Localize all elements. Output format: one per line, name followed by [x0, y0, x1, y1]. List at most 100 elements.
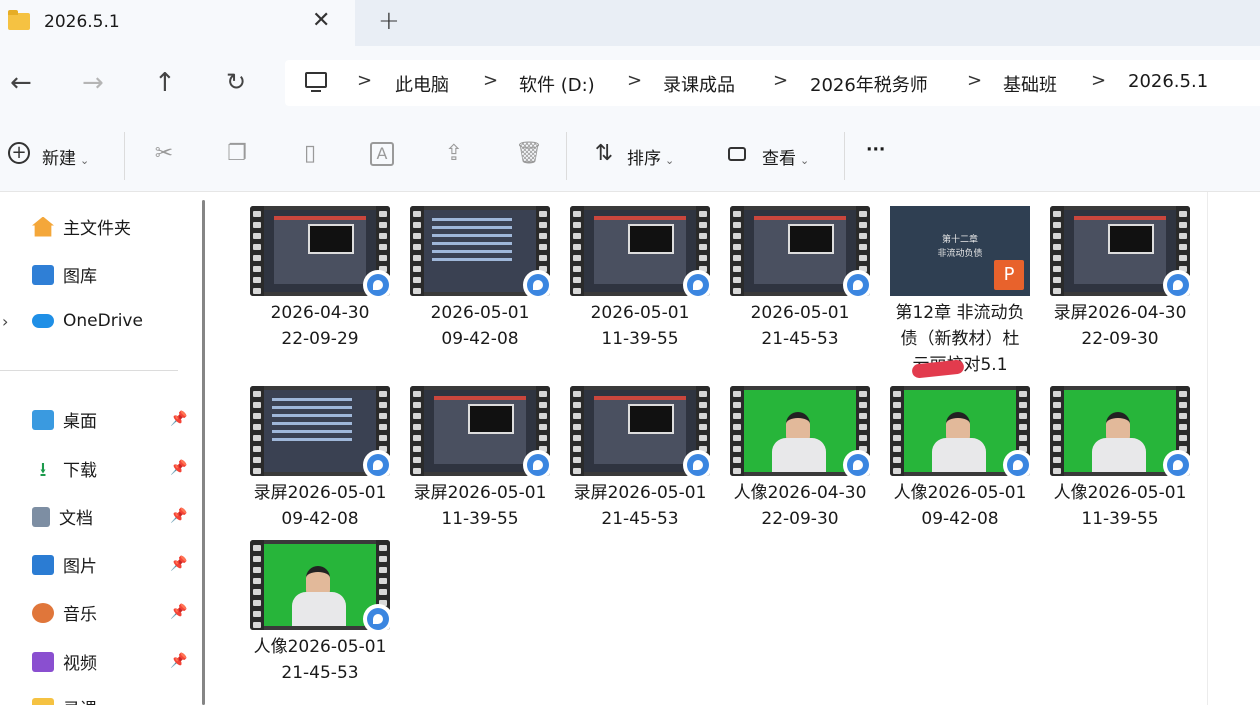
file-item[interactable]: 2026-04-30 22-09-29	[245, 206, 395, 352]
rename-icon[interactable]: A	[370, 142, 394, 166]
back-button[interactable]: ←	[10, 68, 32, 98]
pictures-icon	[32, 554, 54, 575]
sidebar-item-documents[interactable]: 文档	[32, 504, 93, 529]
up-button[interactable]: ↑	[154, 68, 176, 98]
expand-chevron-icon[interactable]: ›	[2, 312, 8, 331]
command-bar: + 新建 ⌄ ✂ ❐ ▯ A ⇪ 🗑 ⇅ 排序 ⌄ 查看 ⌄ ···	[0, 120, 1260, 192]
breadcrumb-item-tax[interactable]: 2026年税务师	[810, 71, 928, 97]
forward-button[interactable]: →	[82, 68, 104, 98]
sidebar-divider	[0, 370, 178, 371]
sidebar-item-gallery[interactable]: 图库	[32, 262, 97, 287]
file-name: 人像2026-04-30 22-09-30	[733, 483, 867, 529]
chevron-down-icon: ⌄	[80, 154, 90, 167]
sidebar-item-label: 桌面	[63, 412, 97, 432]
sync-status-icon	[843, 450, 870, 476]
divider	[124, 132, 125, 180]
sync-status-icon	[1003, 450, 1030, 476]
breadcrumb-separator[interactable]: >	[967, 70, 982, 91]
sidebar-scrollbar[interactable]	[202, 200, 205, 705]
sidebar-item-downloads[interactable]: ⭳ 下载	[32, 456, 98, 482]
breadcrumb-separator[interactable]: >	[773, 70, 788, 91]
tab-current[interactable]: 2026.5.1 ✕	[0, 0, 355, 46]
cut-icon[interactable]: ✂	[152, 142, 176, 166]
paste-icon[interactable]: ▯	[298, 142, 322, 166]
breadcrumb-separator[interactable]: >	[1091, 70, 1106, 91]
copy-icon[interactable]: ❐	[225, 142, 249, 166]
sync-status-icon	[363, 604, 390, 630]
file-item[interactable]: 录屏2026-04-30 22-09-30	[1045, 206, 1195, 352]
video-thumbnail	[250, 540, 390, 630]
cloud-icon	[32, 314, 54, 328]
home-icon	[32, 216, 54, 237]
sidebar-item-desktop[interactable]: 桌面	[32, 407, 97, 432]
file-item[interactable]: 2026-05-01 21-45-53	[725, 206, 875, 352]
new-button-label: 新建	[42, 149, 76, 169]
video-thumbnail	[1050, 386, 1190, 476]
sort-button[interactable]: 排序 ⌄	[627, 144, 674, 169]
powerpoint-icon: P	[994, 260, 1024, 290]
content-scrollbar-track[interactable]	[1207, 192, 1208, 705]
tab-title: 2026.5.1	[44, 12, 120, 32]
more-options-button[interactable]: ···	[866, 140, 885, 160]
divider	[844, 132, 845, 180]
file-item[interactable]: 2026-05-01 09-42-08	[405, 206, 555, 352]
file-item[interactable]: 录屏2026-05-01 09-42-08	[245, 386, 395, 532]
pin-icon[interactable]: 📌	[170, 411, 187, 427]
file-item[interactable]: 人像2026-05-01 21-45-53	[245, 540, 395, 686]
delete-icon[interactable]: 🗑	[515, 142, 543, 166]
address-bar[interactable]: > 此电脑 > 软件 (D:) > 录课成品 > 2026年税务师 > 基础班 …	[285, 60, 1260, 106]
breadcrumb-item-drive[interactable]: 软件 (D:)	[519, 71, 595, 97]
pin-icon[interactable]: 📌	[170, 460, 187, 476]
divider	[566, 132, 567, 180]
video-thumbnail	[1050, 206, 1190, 296]
desktop-icon	[32, 409, 54, 430]
view-icon	[728, 147, 746, 161]
sync-status-icon	[363, 450, 390, 476]
navigation-pane: 主文件夹 图库 › OneDrive 桌面 📌 ⭳ 下载 📌 文档 📌 图片 📌…	[0, 192, 205, 705]
share-icon[interactable]: ⇪	[442, 142, 466, 166]
sort-button-label: 排序	[627, 149, 661, 169]
pin-icon[interactable]: 📌	[170, 508, 187, 524]
refresh-button[interactable]: ↻	[226, 68, 246, 96]
file-item[interactable]: 录屏2026-05-01 21-45-53	[565, 386, 715, 532]
video-thumbnail	[410, 206, 550, 296]
pin-icon[interactable]: 📌	[170, 604, 187, 620]
music-icon	[32, 602, 54, 623]
sync-status-icon	[1163, 450, 1190, 476]
pin-icon[interactable]: 📌	[170, 556, 187, 572]
sidebar-item-home[interactable]: 主文件夹	[32, 214, 131, 239]
file-item[interactable]: 人像2026-04-30 22-09-30	[725, 386, 875, 532]
file-name: 人像2026-05-01 09-42-08	[893, 483, 1027, 529]
breadcrumb-separator[interactable]: >	[627, 70, 642, 91]
new-tab-button[interactable]: +	[378, 6, 400, 36]
video-thumbnail	[250, 206, 390, 296]
file-name: 人像2026-05-01 11-39-55	[1053, 483, 1187, 529]
file-item[interactable]: 录屏2026-05-01 11-39-55	[405, 386, 555, 532]
sidebar-item-pictures[interactable]: 图片	[32, 552, 97, 577]
file-name: 录屏2026-05-01 11-39-55	[413, 483, 547, 529]
breadcrumb-separator[interactable]: >	[483, 70, 498, 91]
close-tab-button[interactable]: ✕	[312, 8, 330, 33]
video-thumbnail	[730, 206, 870, 296]
breadcrumb-separator[interactable]: >	[357, 70, 372, 91]
breadcrumb-item-recordings[interactable]: 录课成品	[663, 71, 735, 97]
video-thumbnail	[570, 386, 710, 476]
pin-icon[interactable]: 📌	[170, 653, 187, 669]
sidebar-item-videos[interactable]: 视频	[32, 649, 97, 674]
file-item[interactable]: 第十二章 非流动负债 P 第12章 非流动负债（新教材）杜云丽校对5.1	[885, 206, 1035, 378]
breadcrumb-item-current[interactable]: 2026.5.1	[1128, 71, 1208, 92]
this-pc-icon[interactable]	[305, 72, 327, 92]
file-item[interactable]: 2026-05-01 11-39-55	[565, 206, 715, 352]
new-button[interactable]: 新建 ⌄	[42, 144, 89, 169]
breadcrumb-item-this-pc[interactable]: 此电脑	[395, 71, 449, 97]
sidebar-item-music[interactable]: 音乐	[32, 600, 97, 625]
view-button[interactable]: 查看 ⌄	[762, 144, 809, 169]
sidebar-item-label: OneDrive	[63, 311, 143, 331]
breadcrumb-item-basic[interactable]: 基础班	[1003, 71, 1057, 97]
file-name: 人像2026-05-01 21-45-53	[253, 637, 387, 683]
file-item[interactable]: 人像2026-05-01 09-42-08	[885, 386, 1035, 532]
file-item[interactable]: 人像2026-05-01 11-39-55	[1045, 386, 1195, 532]
sidebar-item-onedrive[interactable]: OneDrive	[32, 311, 143, 331]
sync-status-icon	[363, 270, 390, 296]
sidebar-item-folder[interactable]: 录课	[32, 695, 97, 705]
